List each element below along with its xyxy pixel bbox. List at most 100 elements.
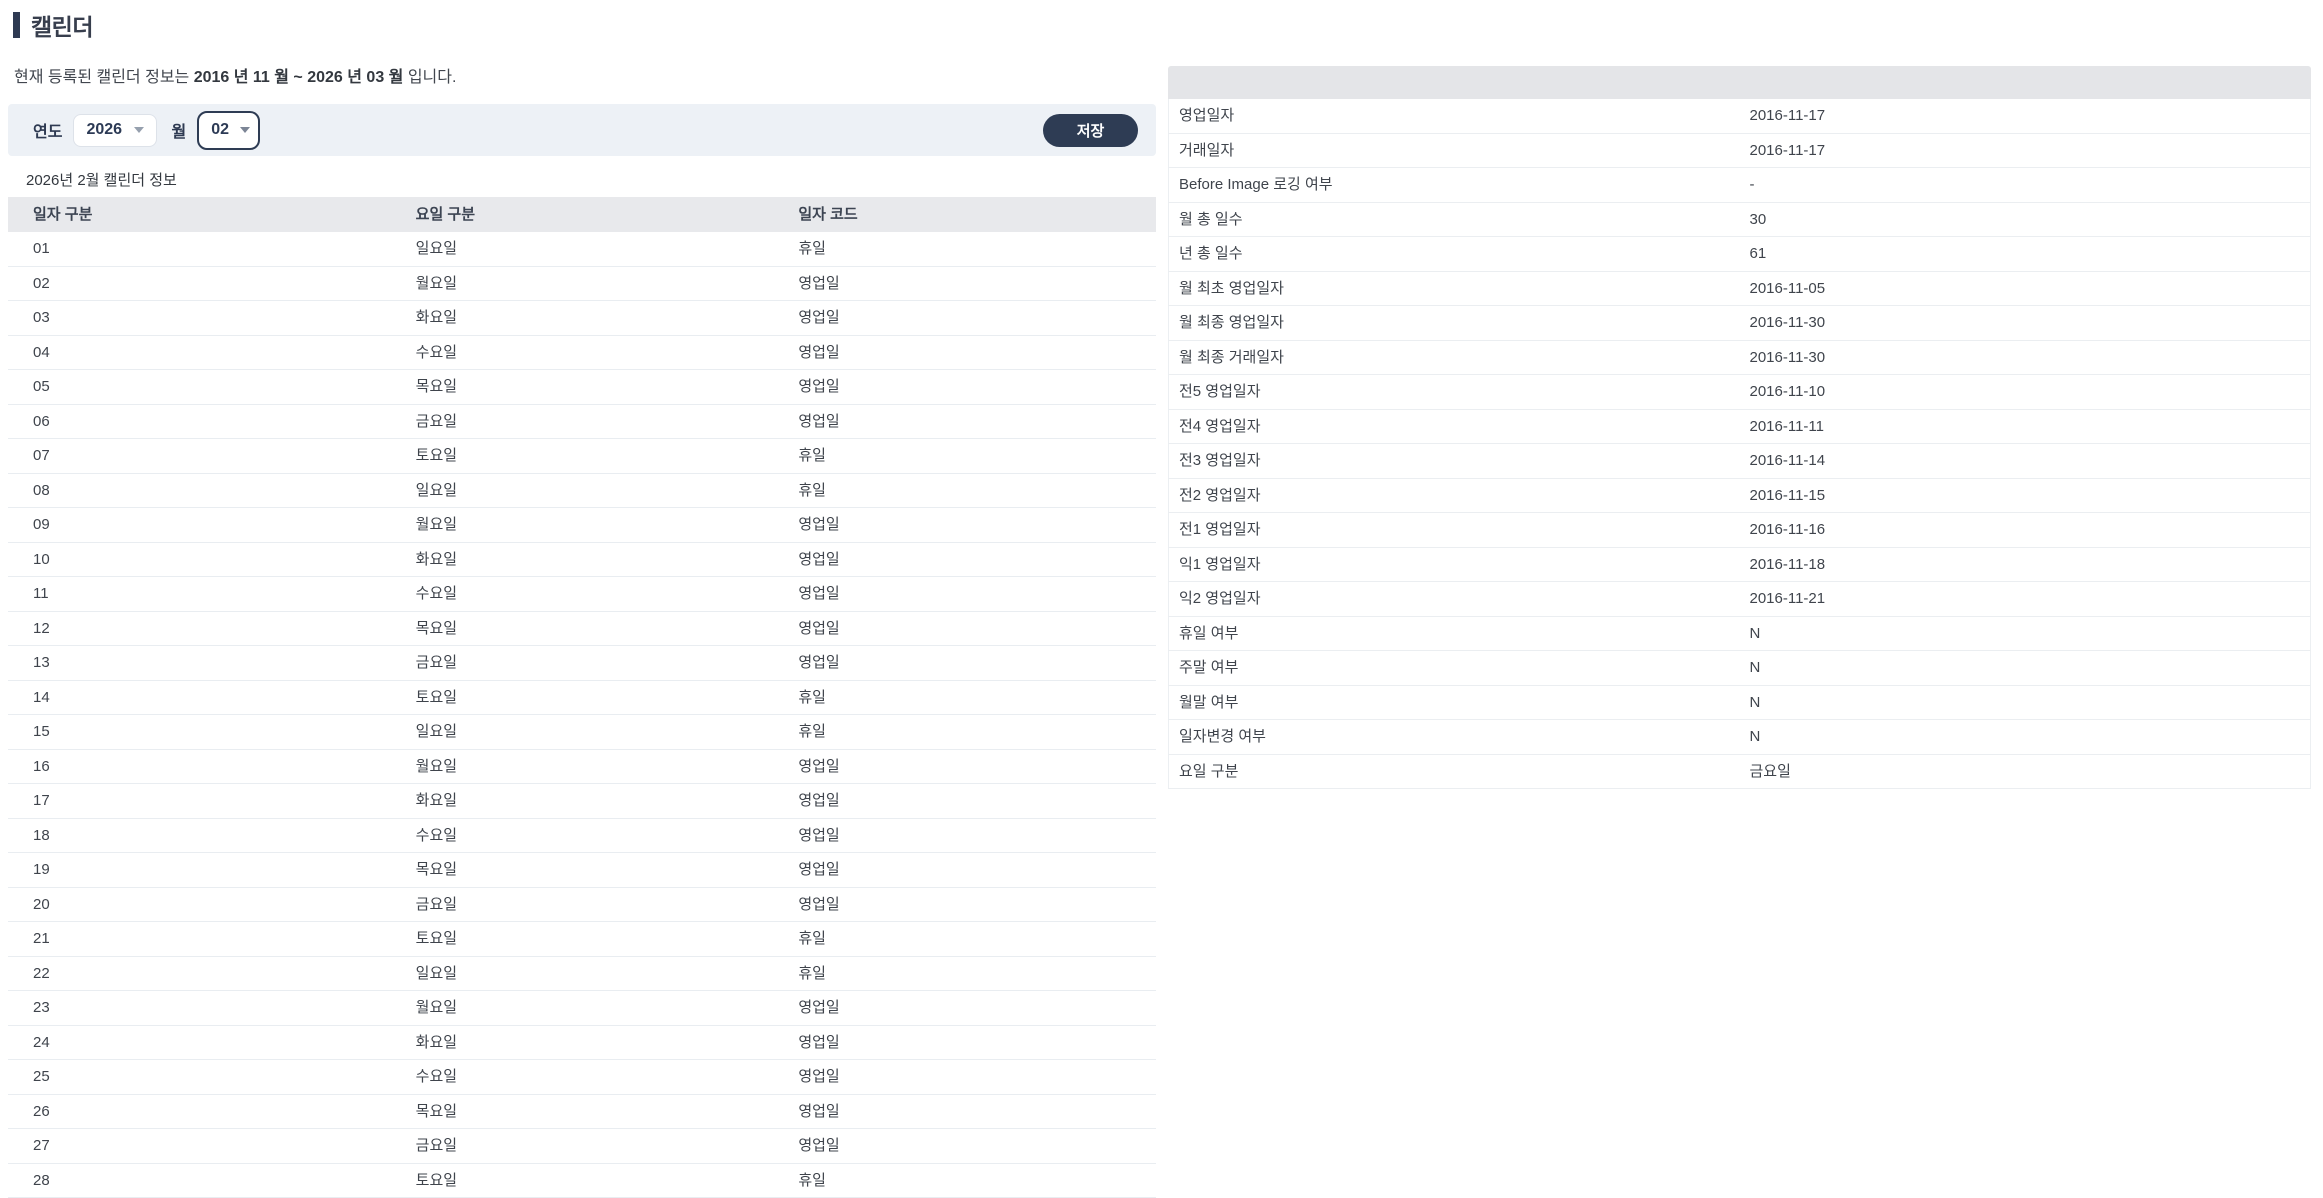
table-row[interactable]: 21토요일휴일	[8, 922, 1156, 957]
day-cell: 16	[8, 749, 391, 784]
detail-value: N	[1740, 616, 2311, 651]
table-row[interactable]: 10화요일영업일	[8, 542, 1156, 577]
day-cell: 19	[8, 853, 391, 888]
table-row[interactable]: 27금요일영업일	[8, 1129, 1156, 1164]
weekday-cell: 수요일	[391, 335, 774, 370]
table-row[interactable]: 16월요일영업일	[8, 749, 1156, 784]
table-row[interactable]: 14토요일휴일	[8, 680, 1156, 715]
table-row[interactable]: 19목요일영업일	[8, 853, 1156, 888]
detail-value: 30	[1740, 202, 2311, 237]
detail-row: 월 최초 영업일자2016-11-05	[1169, 271, 2311, 306]
detail-row: 휴일 여부N	[1169, 616, 2311, 651]
detail-value: 2016-11-15	[1740, 478, 2311, 513]
weekday-cell: 토요일	[391, 922, 774, 957]
detail-row: 익2 영업일자2016-11-21	[1169, 582, 2311, 617]
detail-panel-header-bar	[1168, 66, 2311, 99]
detail-row: 요일 구분금요일	[1169, 754, 2311, 789]
daycode-cell: 영업일	[773, 646, 1156, 681]
table-row[interactable]: 01일요일휴일	[8, 232, 1156, 266]
weekday-cell: 목요일	[391, 370, 774, 405]
day-cell: 26	[8, 1094, 391, 1129]
table-row[interactable]: 09월요일영업일	[8, 508, 1156, 543]
detail-value: 2016-11-16	[1740, 513, 2311, 548]
day-cell: 23	[8, 991, 391, 1026]
info-date-range: 2016 년 11 월 ~ 2026 년 03 월	[194, 69, 404, 86]
detail-value: 금요일	[1740, 754, 2311, 789]
detail-value: 2016-11-17	[1740, 99, 2311, 133]
table-row[interactable]: 23월요일영업일	[8, 991, 1156, 1026]
detail-row: 전3 영업일자2016-11-14	[1169, 444, 2311, 479]
detail-row: 영업일자2016-11-17	[1169, 99, 2311, 133]
weekday-cell: 월요일	[391, 749, 774, 784]
daycode-cell: 영업일	[773, 991, 1156, 1026]
detail-row: 익1 영업일자2016-11-18	[1169, 547, 2311, 582]
detail-row: 월말 여부N	[1169, 685, 2311, 720]
detail-label: 전2 영업일자	[1169, 478, 1740, 513]
day-cell: 27	[8, 1129, 391, 1164]
weekday-cell: 월요일	[391, 991, 774, 1026]
table-row[interactable]: 08일요일휴일	[8, 473, 1156, 508]
detail-value: N	[1740, 685, 2311, 720]
detail-value: 2016-11-14	[1740, 444, 2311, 479]
table-row[interactable]: 15일요일휴일	[8, 715, 1156, 750]
daycode-cell: 휴일	[773, 956, 1156, 991]
table-row[interactable]: 18수요일영업일	[8, 818, 1156, 853]
detail-label: 거래일자	[1169, 133, 1740, 168]
daycode-cell: 영업일	[773, 1025, 1156, 1060]
table-row[interactable]: 20금요일영업일	[8, 887, 1156, 922]
table-row[interactable]: 22일요일휴일	[8, 956, 1156, 991]
table-row[interactable]: 25수요일영업일	[8, 1060, 1156, 1095]
daycode-cell: 휴일	[773, 715, 1156, 750]
table-row[interactable]: 11수요일영업일	[8, 577, 1156, 612]
detail-row: 년 총 일수61	[1169, 237, 2311, 272]
day-cell: 06	[8, 404, 391, 439]
weekday-cell: 일요일	[391, 232, 774, 266]
daycode-cell: 영업일	[773, 784, 1156, 819]
save-button[interactable]: 저장	[1043, 114, 1138, 147]
daycode-cell: 영업일	[773, 1060, 1156, 1095]
daycode-cell: 영업일	[773, 611, 1156, 646]
table-row[interactable]: 24화요일영업일	[8, 1025, 1156, 1060]
weekday-cell: 금요일	[391, 646, 774, 681]
detail-row: 전2 영업일자2016-11-15	[1169, 478, 2311, 513]
detail-row: 일자변경 여부N	[1169, 720, 2311, 755]
info-suffix: 입니다.	[403, 69, 456, 86]
day-cell: 17	[8, 784, 391, 819]
calendar-table-header-row: 일자 구분 요일 구분 일자 코드	[8, 197, 1156, 232]
table-row[interactable]: 26목요일영업일	[8, 1094, 1156, 1129]
table-row[interactable]: 13금요일영업일	[8, 646, 1156, 681]
detail-row: Before Image 로깅 여부-	[1169, 168, 2311, 203]
detail-value: N	[1740, 651, 2311, 686]
table-row[interactable]: 04수요일영업일	[8, 335, 1156, 370]
table-row[interactable]: 05목요일영업일	[8, 370, 1156, 405]
detail-label: 익2 영업일자	[1169, 582, 1740, 617]
detail-value: N	[1740, 720, 2311, 755]
month-select[interactable]: 02	[197, 111, 260, 150]
table-row[interactable]: 02월요일영업일	[8, 266, 1156, 301]
weekday-cell: 수요일	[391, 1060, 774, 1095]
detail-panel: 영업일자2016-11-17거래일자2016-11-17 Before Image…	[1168, 66, 2311, 789]
weekday-cell: 일요일	[391, 715, 774, 750]
table-row[interactable]: 06금요일영업일	[8, 404, 1156, 439]
detail-value: 2016-11-11	[1740, 409, 2311, 444]
detail-label: 전3 영업일자	[1169, 444, 1740, 479]
detail-label: 영업일자	[1169, 99, 1740, 133]
daycode-cell: 영업일	[773, 1129, 1156, 1164]
year-select[interactable]: 2026	[73, 114, 157, 147]
day-cell: 05	[8, 370, 391, 405]
weekday-cell: 토요일	[391, 1163, 774, 1198]
table-row[interactable]: 28토요일휴일	[8, 1163, 1156, 1198]
table-row[interactable]: 07토요일휴일	[8, 439, 1156, 474]
daycode-cell: 영업일	[773, 370, 1156, 405]
column-header-weekday: 요일 구분	[391, 197, 774, 232]
detail-label: 월 최종 영업일자	[1169, 306, 1740, 341]
registered-range-info: 현재 등록된 캘린더 정보는 2016 년 11 월 ~ 2026 년 03 월…	[14, 68, 1156, 88]
table-row[interactable]: 03화요일영업일	[8, 301, 1156, 336]
table-row[interactable]: 12목요일영업일	[8, 611, 1156, 646]
day-cell: 09	[8, 508, 391, 543]
detail-value: 2016-11-05	[1740, 271, 2311, 306]
weekday-cell: 수요일	[391, 577, 774, 612]
table-row[interactable]: 17화요일영업일	[8, 784, 1156, 819]
daycode-cell: 영업일	[773, 404, 1156, 439]
day-cell: 02	[8, 266, 391, 301]
